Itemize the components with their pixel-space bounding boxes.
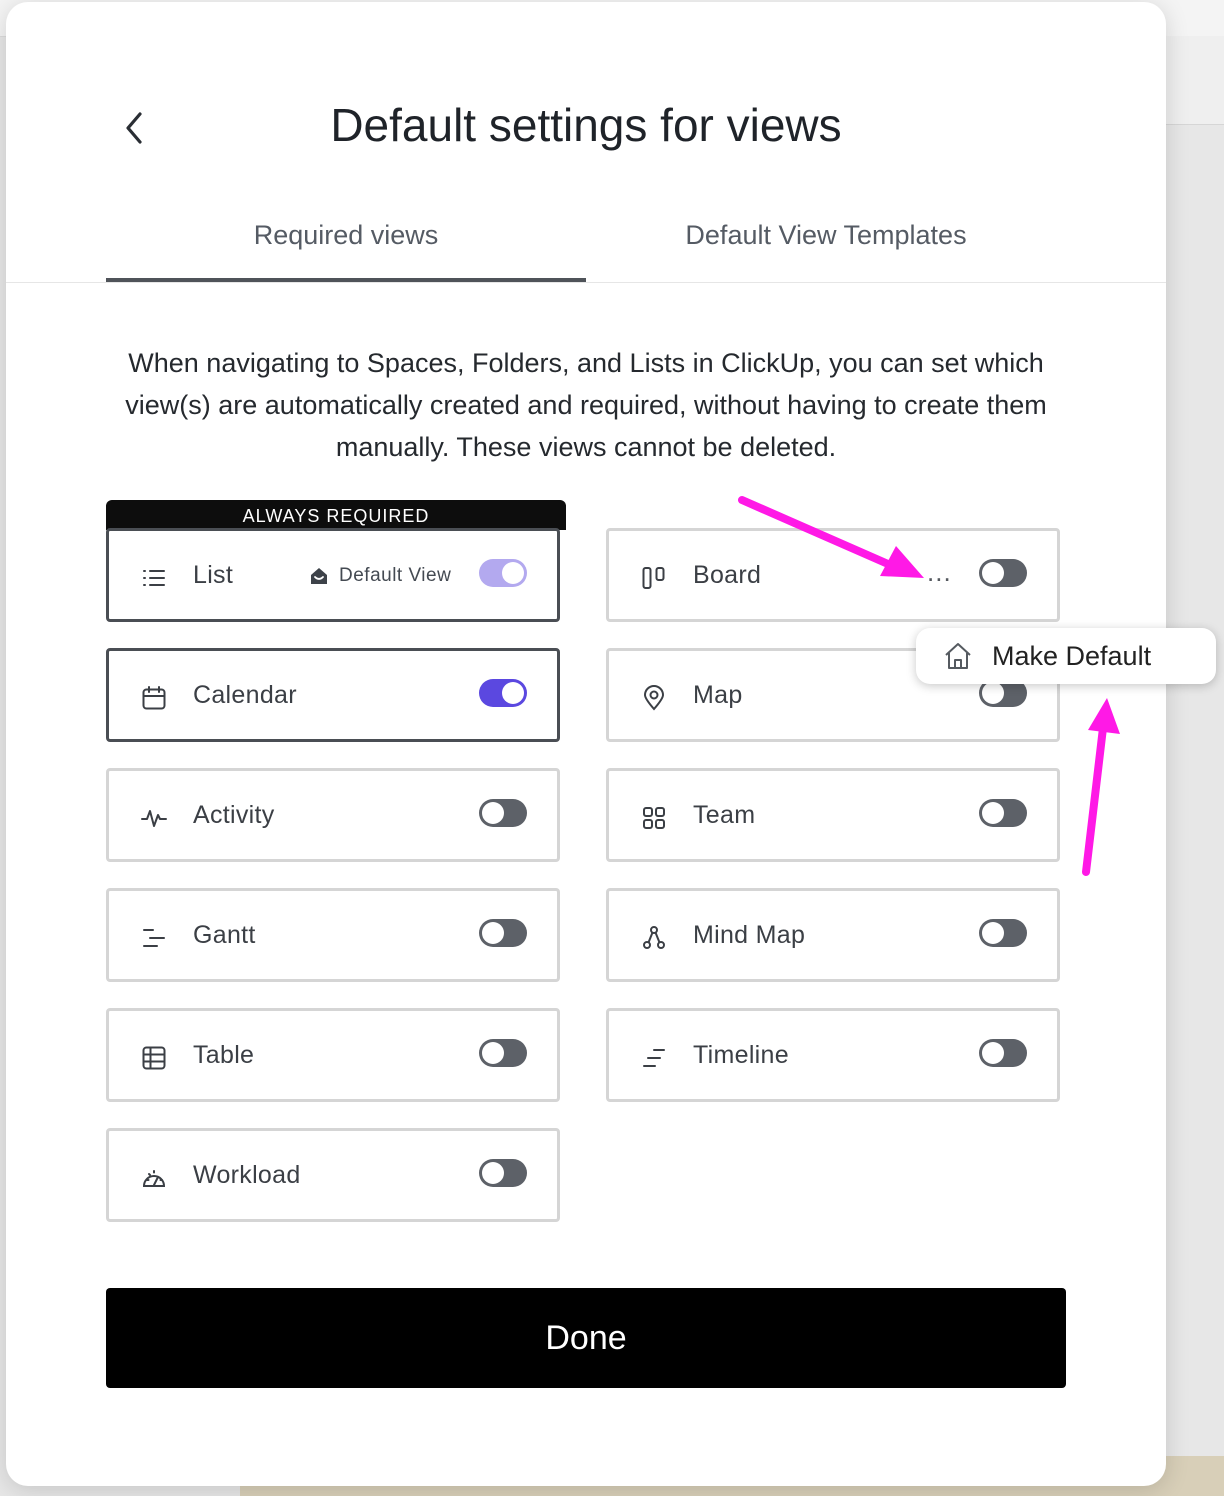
toggle-knob xyxy=(502,682,524,704)
view-label-table: Table xyxy=(193,1041,255,1069)
toggle-knob xyxy=(982,562,1004,584)
table-icon xyxy=(142,1046,166,1070)
view-label-workload: Workload xyxy=(193,1161,301,1189)
toggle-gantt[interactable] xyxy=(479,919,527,947)
tab-bar: Required views Default View Templates xyxy=(6,202,1166,283)
view-label-map: Map xyxy=(693,681,743,709)
view-card-board: Board ... xyxy=(606,528,1060,622)
tab-required-views[interactable]: Required views xyxy=(106,202,586,282)
activity-icon xyxy=(141,810,167,827)
view-card-list: List Default View xyxy=(106,528,560,622)
toggle-board[interactable] xyxy=(979,559,1027,587)
modal-title: Default settings for views xyxy=(330,99,842,151)
timeline-icon xyxy=(643,1049,665,1067)
view-card-gantt: Gantt xyxy=(106,888,560,982)
gantt-icon xyxy=(143,929,165,947)
make-default-label: Make Default xyxy=(992,640,1152,671)
toggle-knob xyxy=(482,922,504,944)
toggle-knob xyxy=(502,562,524,584)
description-text: When navigating to Spaces, Folders, and … xyxy=(125,348,1047,462)
mind-map-icon xyxy=(643,926,665,949)
workload-icon xyxy=(142,1170,166,1187)
toggle-team[interactable] xyxy=(979,799,1027,827)
toggle-knob xyxy=(482,802,504,824)
toggle-knob xyxy=(982,802,1004,824)
list-icon xyxy=(143,570,165,586)
toggle-calendar[interactable] xyxy=(479,679,527,707)
view-card-calendar: Calendar xyxy=(106,648,560,742)
done-button[interactable]: Done xyxy=(106,1288,1066,1388)
view-label-gantt: Gantt xyxy=(193,921,256,949)
view-card-workload: Workload xyxy=(106,1128,560,1222)
view-label-list: List xyxy=(193,561,234,589)
map-pin-icon xyxy=(643,685,665,711)
home-icon xyxy=(945,643,971,669)
toggle-timeline[interactable] xyxy=(979,1039,1027,1067)
toggle-knob xyxy=(982,1042,1004,1064)
toggle-knob xyxy=(482,1162,504,1184)
toggle-knob xyxy=(982,922,1004,944)
default-home-badge-icon xyxy=(311,568,327,584)
tab-default-view-templates[interactable]: Default View Templates xyxy=(586,202,1066,280)
view-card-table: Table xyxy=(106,1008,560,1102)
view-card-mind-map: Mind Map xyxy=(606,888,1060,982)
default-view-settings-modal: Default settings for views Required view… xyxy=(6,2,1166,1486)
view-label-board: Board xyxy=(693,561,762,589)
board-icon xyxy=(642,567,665,589)
view-label-mind-map: Mind Map xyxy=(693,921,806,949)
view-label-timeline: Timeline xyxy=(693,1041,789,1069)
toggle-workload[interactable] xyxy=(479,1159,527,1187)
toggle-knob xyxy=(982,682,1004,704)
view-label-team: Team xyxy=(693,801,756,829)
toggle-mind-map[interactable] xyxy=(979,919,1027,947)
default-view-label: Default View xyxy=(339,565,452,586)
toggle-table[interactable] xyxy=(479,1039,527,1067)
view-label-calendar: Calendar xyxy=(193,681,297,709)
default-view-tag: Default View xyxy=(309,565,451,587)
view-label-activity: Activity xyxy=(193,801,275,829)
toggle-knob xyxy=(482,1042,504,1064)
make-default-menu-item[interactable]: Make Default xyxy=(916,628,1216,684)
view-card-team: Team xyxy=(606,768,1060,862)
more-options-icon[interactable]: ... xyxy=(927,557,952,588)
toggle-list[interactable] xyxy=(479,559,527,587)
team-icon xyxy=(643,807,665,829)
view-card-timeline: Timeline xyxy=(606,1008,1060,1102)
background-app-header xyxy=(1166,36,1224,125)
toggle-activity[interactable] xyxy=(479,799,527,827)
view-card-activity: Activity xyxy=(106,768,560,862)
calendar-icon xyxy=(142,686,166,710)
always-required-banner: ALWAYS REQUIRED xyxy=(106,500,566,530)
